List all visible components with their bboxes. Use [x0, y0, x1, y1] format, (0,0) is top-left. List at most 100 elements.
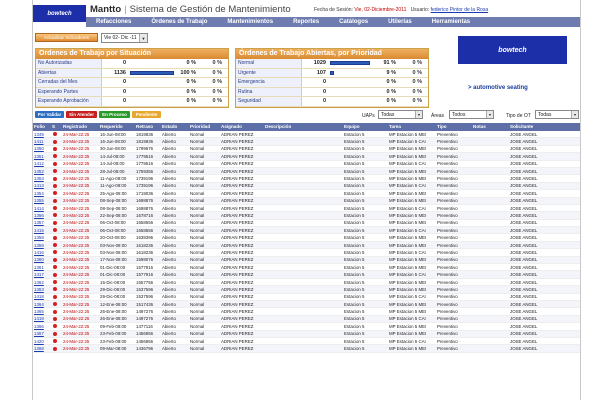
prioridad-row[interactable]: Seguridad 0 0 % 0 %: [236, 97, 428, 107]
cell-prio: Normal: [190, 146, 205, 152]
folio-link[interactable]: 1359: [33, 242, 51, 249]
folio-link[interactable]: 1368: [33, 345, 51, 352]
tab-por-validar[interactable]: Por Validar: [35, 111, 64, 118]
cell-req: 23-Feb-08:00: [100, 331, 127, 337]
cell-req: 16-Jun-08:00: [100, 131, 126, 137]
prioridad-row-label[interactable]: Normal: [236, 59, 302, 68]
folio-link[interactable]: 1357: [33, 219, 51, 226]
folio-link[interactable]: 1349: [33, 131, 51, 138]
folio-link[interactable]: 1412: [33, 160, 51, 167]
column-header[interactable]: Asignado: [220, 123, 264, 131]
prioridad-row-label[interactable]: Rutina: [236, 87, 302, 96]
folio-link[interactable]: 1411: [33, 138, 51, 145]
cell-tipo: Preventivo: [437, 264, 458, 270]
column-header[interactable]: Equipo: [343, 123, 388, 131]
cell-sol: JOSE ANGEL: [510, 331, 538, 337]
folio-link[interactable]: 1419: [33, 315, 51, 322]
column-header[interactable]: Registrado: [62, 123, 99, 131]
situacion-row-label[interactable]: No Autorizadas: [36, 59, 102, 68]
column-header[interactable]: Tipo: [436, 123, 472, 131]
folio-link[interactable]: 1416: [33, 249, 51, 256]
prioridad-row-label[interactable]: Urgente: [236, 68, 302, 77]
prioridad-row[interactable]: Urgente 107 9 % 0 %: [236, 68, 428, 78]
status-dot-icon: [53, 265, 57, 270]
folio-link[interactable]: 1415: [33, 227, 51, 234]
ad-link[interactable]: > automotive seating: [468, 85, 528, 91]
column-header[interactable]: Requerido: [99, 123, 135, 131]
table-row[interactable]: 1368 24-Mar-22:25 09-Mar-08:00 1436796 Abier…: [33, 345, 580, 353]
situacion-row[interactable]: Abiertas 1136 100 % 0 %: [36, 68, 228, 78]
user-name-link[interactable]: federico Pintor de la Rosa: [431, 7, 489, 13]
nav-item-herramientas[interactable]: Herramientas: [422, 19, 480, 25]
folio-link[interactable]: 1413: [33, 182, 51, 189]
folio-link[interactable]: 1350: [33, 145, 51, 152]
prioridad-row[interactable]: Normal 1029 91 % 0 %: [236, 59, 428, 69]
folio-link[interactable]: 1363: [33, 286, 51, 293]
nav-item-utilerias[interactable]: Utilerías: [378, 19, 422, 25]
areas-select[interactable]: Todos ▼: [449, 110, 494, 119]
column-header[interactable]: Descripción: [264, 123, 343, 131]
folio-link[interactable]: 1362: [33, 279, 51, 286]
folio-link[interactable]: 1366: [33, 323, 51, 330]
folio-link[interactable]: 1353: [33, 175, 51, 182]
prioridad-row-label[interactable]: Emergencia: [236, 78, 302, 87]
nav-item-refacciones[interactable]: Refacciones: [86, 19, 141, 25]
tab-pendiente[interactable]: Pendiente: [132, 111, 161, 118]
tab-sin-atender[interactable]: Sin Atender: [66, 111, 97, 118]
situacion-row[interactable]: Esperando Aprobación 0 0 % 0 %: [36, 97, 228, 107]
nav-item-catalogos[interactable]: Catálogos: [329, 19, 378, 25]
column-header[interactable]: Tarea: [388, 123, 436, 131]
prioridad-row[interactable]: Emergencia 0 0 % 0 %: [236, 78, 428, 88]
folio-link[interactable]: 1420: [33, 338, 51, 345]
cell-tipo: Preventivo: [437, 338, 458, 344]
folio-link[interactable]: 1365: [33, 308, 51, 315]
column-header[interactable]: Solicitante: [509, 123, 580, 131]
tab-en-proceso[interactable]: En Proceso: [99, 111, 130, 118]
folio-link[interactable]: 1418: [33, 293, 51, 300]
situacion-row[interactable]: Esperando Partes 0 0 % 0 %: [36, 87, 228, 97]
folio-link[interactable]: 1414: [33, 205, 51, 212]
column-header[interactable]: S: [51, 123, 62, 131]
column-header[interactable]: Prioridad: [189, 123, 220, 131]
nav-item-reportes[interactable]: Reportes: [283, 19, 329, 25]
situacion-row-label[interactable]: Abiertas: [36, 68, 102, 77]
folio-link[interactable]: 1356: [33, 212, 51, 219]
folio-link[interactable]: 1417: [33, 271, 51, 278]
situacion-row-label[interactable]: Esperando Partes: [36, 87, 102, 96]
situacion-row[interactable]: No Autorizadas 0 0 % 0 %: [36, 59, 228, 69]
cell-equipo: Estacion 5: [344, 294, 365, 300]
cell-ret: 1819836: [136, 131, 154, 137]
situacion-row-label[interactable]: Cerradas del Mes: [36, 78, 102, 87]
folio-link[interactable]: 1367: [33, 330, 51, 337]
column-header[interactable]: Estado: [161, 123, 189, 131]
uaps-select[interactable]: Todas ▼: [378, 110, 423, 119]
folio-link[interactable]: 1364: [33, 301, 51, 308]
cell-tipo: Preventivo: [437, 316, 458, 322]
ad-banner[interactable]: bowtech: [458, 36, 567, 64]
cell-asig: ADRIAN PEREZ: [221, 242, 254, 248]
column-header[interactable]: Folio: [33, 123, 51, 131]
folio-link[interactable]: 1361: [33, 264, 51, 271]
situacion-row[interactable]: Cerradas del Mes 0 0 % 0 %: [36, 78, 228, 88]
situacion-row-label[interactable]: Esperando Aprobación: [36, 97, 102, 106]
date-select[interactable]: Vie 02- Dic -11 ▼: [101, 33, 148, 43]
cell-prio: Normal: [190, 235, 205, 241]
prioridad-row[interactable]: Rutina 0 0 % 0 %: [236, 87, 428, 97]
nav-item-mantenimientos[interactable]: Mantenimientos: [217, 19, 283, 25]
cell-req: 23-Feb-08:00: [100, 338, 127, 344]
tipo-ot-select[interactable]: Todas ▼: [535, 110, 579, 119]
cell-reg: 24-Mar-22:25: [63, 323, 90, 329]
folio-link[interactable]: 1360: [33, 256, 51, 263]
nav-item-ordenes[interactable]: Órdenes de Trabajo: [141, 19, 217, 25]
update-indicators-button[interactable]: Actualizar Indicadores: [35, 33, 98, 42]
company-logo[interactable]: bowtech: [33, 5, 86, 22]
folio-link[interactable]: 1352: [33, 168, 51, 175]
folio-link[interactable]: 1354: [33, 190, 51, 197]
column-header[interactable]: Notas: [472, 123, 509, 131]
prioridad-row-label[interactable]: Seguridad: [236, 97, 302, 106]
folio-link[interactable]: 1351: [33, 153, 51, 160]
folio-link[interactable]: 1355: [33, 197, 51, 204]
folio-link[interactable]: 1358: [33, 234, 51, 241]
column-header[interactable]: Retraso: [135, 123, 161, 131]
cell-tarea: MP Estacion 5 MEI: [389, 301, 427, 307]
